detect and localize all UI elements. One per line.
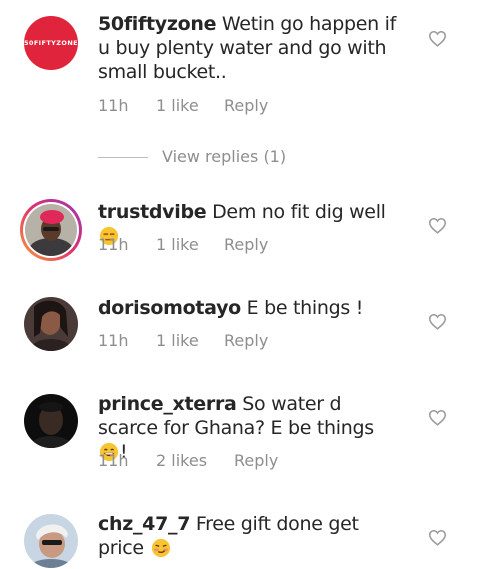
username[interactable]: trustdvibe xyxy=(98,201,207,223)
smirk-emoji-icon xyxy=(151,538,170,558)
comment-text: Dem no fit dig well xyxy=(206,201,386,223)
comment-body: 50fiftyzone Wetin go happen if u buy ple… xyxy=(98,12,398,84)
avatar[interactable] xyxy=(20,199,82,261)
avatar[interactable] xyxy=(24,297,78,351)
reply-button[interactable]: Reply xyxy=(224,331,268,350)
likes-count[interactable]: 2 likes xyxy=(156,451,207,470)
avatar-photo xyxy=(24,297,78,351)
username[interactable]: chz_47_7 xyxy=(98,513,190,535)
avatar-photo xyxy=(25,204,77,256)
likes-count[interactable]: 1 like xyxy=(156,96,199,115)
replies-divider xyxy=(98,157,148,158)
avatar-photo xyxy=(24,514,78,568)
username[interactable]: dorisomotayo xyxy=(98,297,241,319)
heart-icon[interactable] xyxy=(428,529,447,546)
avatar[interactable] xyxy=(24,394,78,448)
username[interactable]: prince_xterra xyxy=(98,393,237,415)
heart-icon[interactable] xyxy=(428,409,447,426)
likes-count[interactable]: 1 like xyxy=(156,331,199,350)
reply-button[interactable]: Reply xyxy=(224,96,268,115)
avatar-photo xyxy=(24,394,78,448)
avatar[interactable] xyxy=(24,514,78,568)
heart-icon[interactable] xyxy=(428,313,447,330)
timestamp: 11h xyxy=(98,451,129,470)
avatar[interactable]: 50FIFTYZONE xyxy=(24,16,78,70)
heart-icon[interactable] xyxy=(428,217,447,234)
reply-button[interactable]: Reply xyxy=(224,235,268,254)
timestamp: 11h xyxy=(98,331,129,350)
comment-body: dorisomotayo E be things ! xyxy=(98,296,398,320)
timestamp: 11h xyxy=(98,235,129,254)
comment-text: E be things ! xyxy=(240,297,364,319)
username[interactable]: 50fiftyzone xyxy=(98,13,216,35)
view-replies-button[interactable]: View replies (1) xyxy=(162,147,286,166)
avatar-logo: 50FIFTYZONE xyxy=(24,39,78,47)
timestamp: 11h xyxy=(98,96,129,115)
comment-body: chz_47_7 Free gift done get price xyxy=(98,512,398,560)
heart-icon[interactable] xyxy=(428,30,447,47)
likes-count[interactable]: 1 like xyxy=(156,235,199,254)
reply-button[interactable]: Reply xyxy=(234,451,278,470)
